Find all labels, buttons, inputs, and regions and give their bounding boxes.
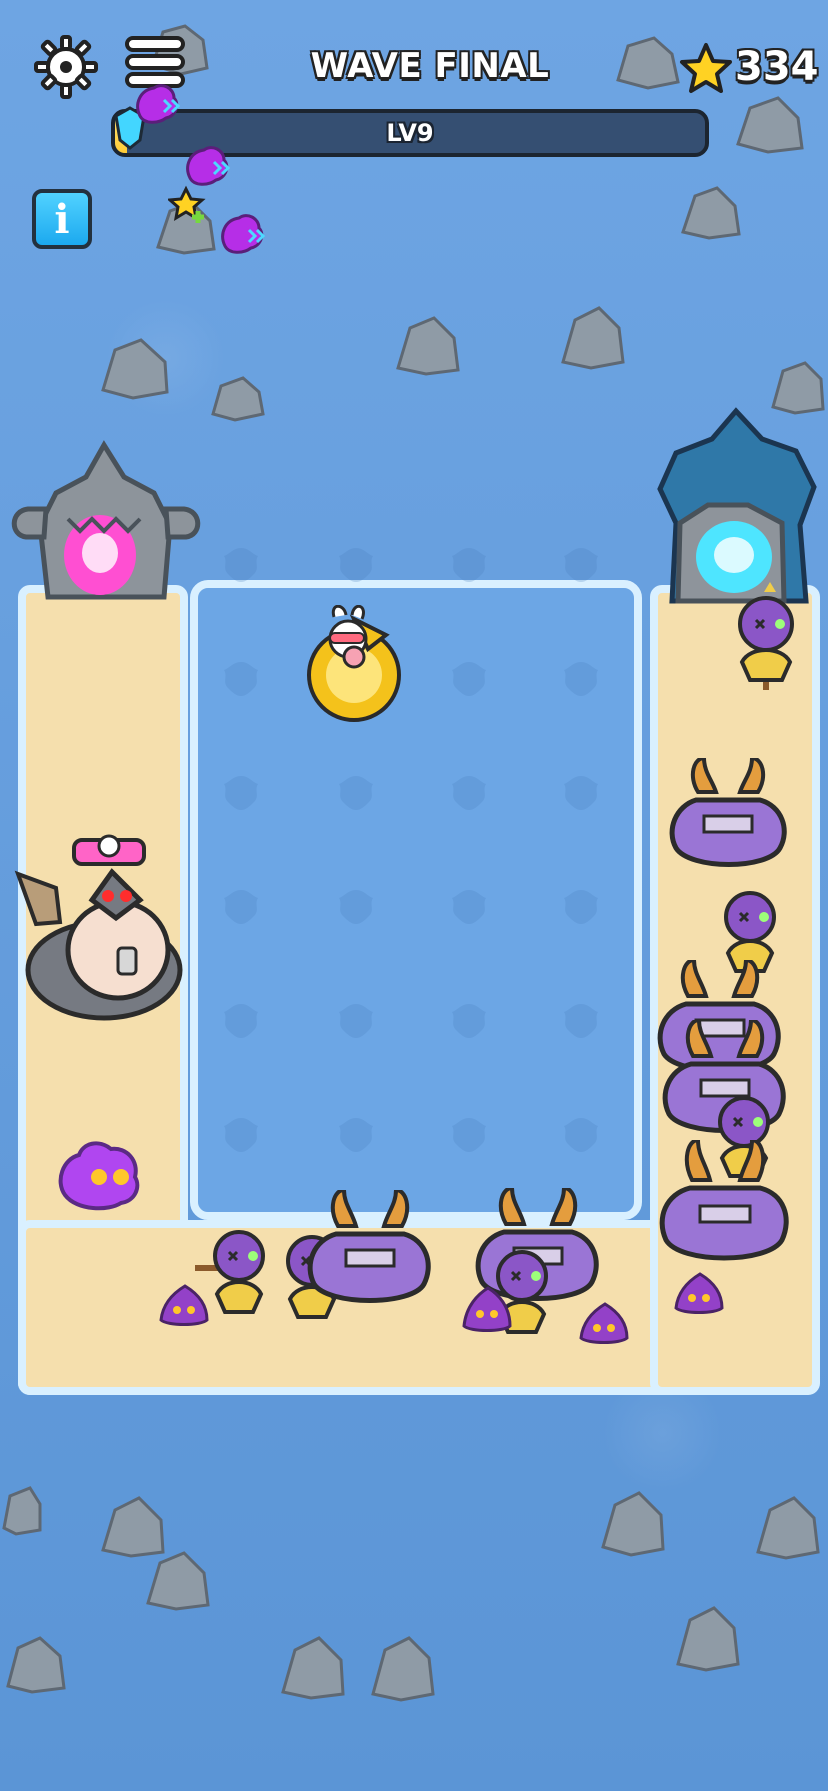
floor-splat-icon [339, 776, 373, 810]
horned-crab-icon [669, 758, 787, 867]
rock-icon [6, 1636, 66, 1694]
rock-icon [146, 1551, 210, 1611]
floor-splat-icon [564, 890, 598, 924]
floor-splat-icon [452, 890, 486, 924]
floor-splat-icon [452, 776, 486, 810]
game-stage: WAVE FINAL 334 LV9 i [0, 0, 828, 1791]
floor-splat-icon [224, 1118, 258, 1152]
voodoo-doll-icon [738, 582, 794, 690]
rock-icon [396, 316, 460, 376]
rock-icon [736, 96, 804, 154]
floor-splat-icon [564, 1118, 598, 1152]
rock-icon [616, 36, 680, 90]
floor-splat-icon [452, 1118, 486, 1152]
slime-blob-icon [462, 1286, 512, 1332]
floor-splat-icon [452, 662, 486, 696]
floor-splat-icon [339, 890, 373, 924]
rock-icon [601, 1491, 665, 1557]
floor-splat-icon [224, 548, 258, 582]
floor-splat-icon [224, 1004, 258, 1038]
floor-splat-icon [339, 1004, 373, 1038]
settings-gear-icon[interactable] [32, 33, 100, 101]
wolf-sheep-boss-icon [14, 834, 183, 1021]
rock-icon [676, 1606, 740, 1672]
floor-splat-icon [452, 1004, 486, 1038]
purple-ghost-icon [58, 1141, 140, 1211]
purple-speed-buff-icon [186, 146, 231, 186]
left-pink-portal-icon [11, 440, 201, 600]
floor-splat-icon [339, 1118, 373, 1152]
rock-icon [281, 1636, 345, 1700]
floor-splat-icon [224, 776, 258, 810]
rock-icon [211, 376, 265, 422]
slime-blob-icon [579, 1302, 629, 1344]
horned-crab-icon [307, 1190, 431, 1303]
info-button[interactable]: i [32, 189, 92, 249]
floor-splat-icon [452, 548, 486, 582]
floor-splat-icon [564, 1004, 598, 1038]
floor-splat-icon [224, 890, 258, 924]
rock-icon [756, 1496, 820, 1560]
rock-icon [2, 1486, 42, 1536]
floor-splat-icon [564, 548, 598, 582]
rock-icon [101, 338, 169, 400]
floor-splat-icon [564, 662, 598, 696]
floor-splat-icon [224, 662, 258, 696]
rock-icon [371, 1636, 435, 1702]
floor-splat-icon [339, 548, 373, 582]
rock-icon [681, 186, 741, 240]
right-cyan-portal-icon [657, 407, 817, 604]
wave-title: WAVE FINAL [310, 46, 550, 86]
rock-icon [561, 306, 625, 370]
floor-splat-icon [564, 776, 598, 810]
horned-crab-icon [659, 1140, 789, 1261]
star-count: 334 [735, 44, 819, 90]
purple-speed-buff-icon [221, 214, 266, 254]
star-plus-icon [168, 185, 206, 223]
purple-speed-buff-icon [136, 84, 181, 124]
slime-blob-icon [674, 1272, 724, 1314]
bunny-hero-icon [307, 605, 401, 722]
star-icon [680, 43, 732, 93]
